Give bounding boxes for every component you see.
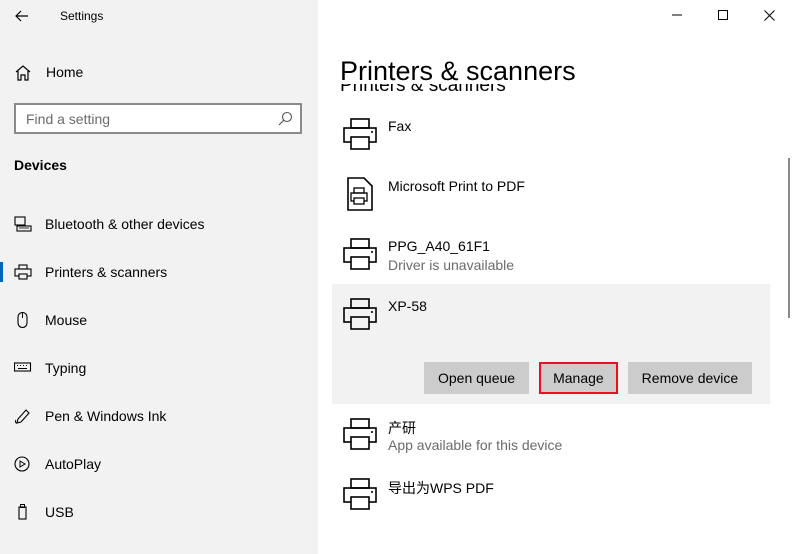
device-item-microsoft-print-to-pdf[interactable]: Microsoft Print to PDF bbox=[332, 164, 770, 224]
mouse-icon bbox=[17, 312, 28, 328]
section-header-text: Printers & scanners bbox=[340, 84, 506, 96]
search-input[interactable] bbox=[16, 105, 266, 132]
device-actions: Open queue Manage Remove device bbox=[424, 362, 762, 394]
sidebar-item-typing[interactable]: Typing bbox=[0, 348, 318, 388]
printer-icon bbox=[343, 418, 377, 450]
printer-icon bbox=[343, 298, 377, 330]
device-name: Microsoft Print to PDF bbox=[388, 178, 525, 194]
sidebar-item-label: AutoPlay bbox=[45, 456, 102, 472]
title-bar-left: Settings bbox=[0, 0, 318, 32]
sidebar-item-label: Mouse bbox=[45, 312, 88, 328]
device-name: Fax bbox=[388, 118, 412, 134]
device-name: XP-58 bbox=[388, 298, 427, 314]
back-button[interactable] bbox=[8, 4, 36, 28]
window-controls bbox=[654, 0, 792, 32]
printer-icon bbox=[343, 478, 377, 510]
open-queue-button[interactable]: Open queue bbox=[424, 362, 530, 394]
keyboard-icon bbox=[14, 362, 32, 372]
close-icon bbox=[763, 9, 775, 21]
search-icon[interactable] bbox=[277, 111, 293, 127]
device-item-wps-pdf[interactable]: 导出为WPS PDF bbox=[332, 464, 770, 524]
device-status: App available for this device bbox=[388, 437, 563, 453]
sidebar-item-label: USB bbox=[45, 504, 74, 520]
minimize-icon bbox=[672, 14, 682, 16]
section-title: Devices bbox=[14, 157, 67, 173]
bluetooth-devices-icon bbox=[14, 216, 32, 232]
maximize-icon bbox=[718, 10, 728, 20]
home-nav-item[interactable]: Home bbox=[0, 56, 318, 88]
page-title: Printers & scanners bbox=[340, 56, 576, 86]
pen-icon bbox=[14, 409, 30, 424]
sidebar-item-autoplay[interactable]: AutoPlay bbox=[0, 444, 318, 484]
sidebar-item-label: Bluetooth & other devices bbox=[45, 216, 205, 232]
active-indicator bbox=[0, 262, 3, 282]
back-arrow-icon bbox=[15, 10, 28, 22]
maximize-button[interactable] bbox=[700, 0, 746, 30]
sidebar-item-label: Printers & scanners bbox=[45, 264, 168, 280]
device-item-ppg-a40[interactable]: PPG_A40_61F1 Driver is unavailable bbox=[332, 224, 770, 284]
sidebar: Settings Home Devices Bluetooth & other … bbox=[0, 0, 318, 554]
remove-device-button[interactable]: Remove device bbox=[627, 362, 753, 394]
device-list: Fax Microsoft Print to PDF PPG_A40_61F1 … bbox=[332, 104, 770, 524]
sidebar-item-mouse[interactable]: Mouse bbox=[0, 300, 318, 340]
device-name: 产研 bbox=[388, 420, 416, 436]
minimize-button[interactable] bbox=[654, 0, 700, 30]
close-button[interactable] bbox=[746, 0, 792, 30]
search-box[interactable] bbox=[14, 103, 302, 134]
printer-icon bbox=[14, 264, 32, 280]
pdf-printer-icon bbox=[347, 177, 373, 211]
device-item-fax[interactable]: Fax bbox=[332, 104, 770, 164]
sidebar-item-label: Typing bbox=[45, 360, 87, 376]
sidebar-item-label: Pen & Windows Ink bbox=[45, 408, 167, 424]
autoplay-icon bbox=[14, 456, 30, 472]
main-panel: Printers & scanners Printers & scanners … bbox=[318, 0, 792, 554]
sidebar-item-bluetooth[interactable]: Bluetooth & other devices bbox=[0, 204, 318, 244]
section-header-scrolled: Printers & scanners bbox=[340, 84, 506, 102]
sidebar-item-usb[interactable]: USB bbox=[0, 492, 318, 532]
device-name: PPG_A40_61F1 bbox=[388, 238, 490, 254]
sidebar-item-printers[interactable]: Printers & scanners bbox=[0, 252, 318, 292]
sidebar-item-pen[interactable]: Pen & Windows Ink bbox=[0, 396, 318, 436]
home-icon bbox=[15, 65, 31, 81]
device-name: 导出为WPS PDF bbox=[388, 480, 494, 496]
device-item-chanyan[interactable]: 产研 App available for this device bbox=[332, 404, 770, 464]
device-status: Driver is unavailable bbox=[388, 257, 515, 273]
home-label: Home bbox=[46, 64, 84, 80]
app-title: Settings bbox=[60, 9, 104, 23]
device-item-xp-58[interactable]: XP-58 Open queue Manage Remove device bbox=[332, 284, 770, 404]
printer-icon bbox=[343, 118, 377, 150]
usb-icon bbox=[18, 504, 27, 520]
manage-button[interactable]: Manage bbox=[539, 362, 618, 394]
scrollbar[interactable] bbox=[788, 158, 790, 318]
printer-icon bbox=[343, 238, 377, 270]
